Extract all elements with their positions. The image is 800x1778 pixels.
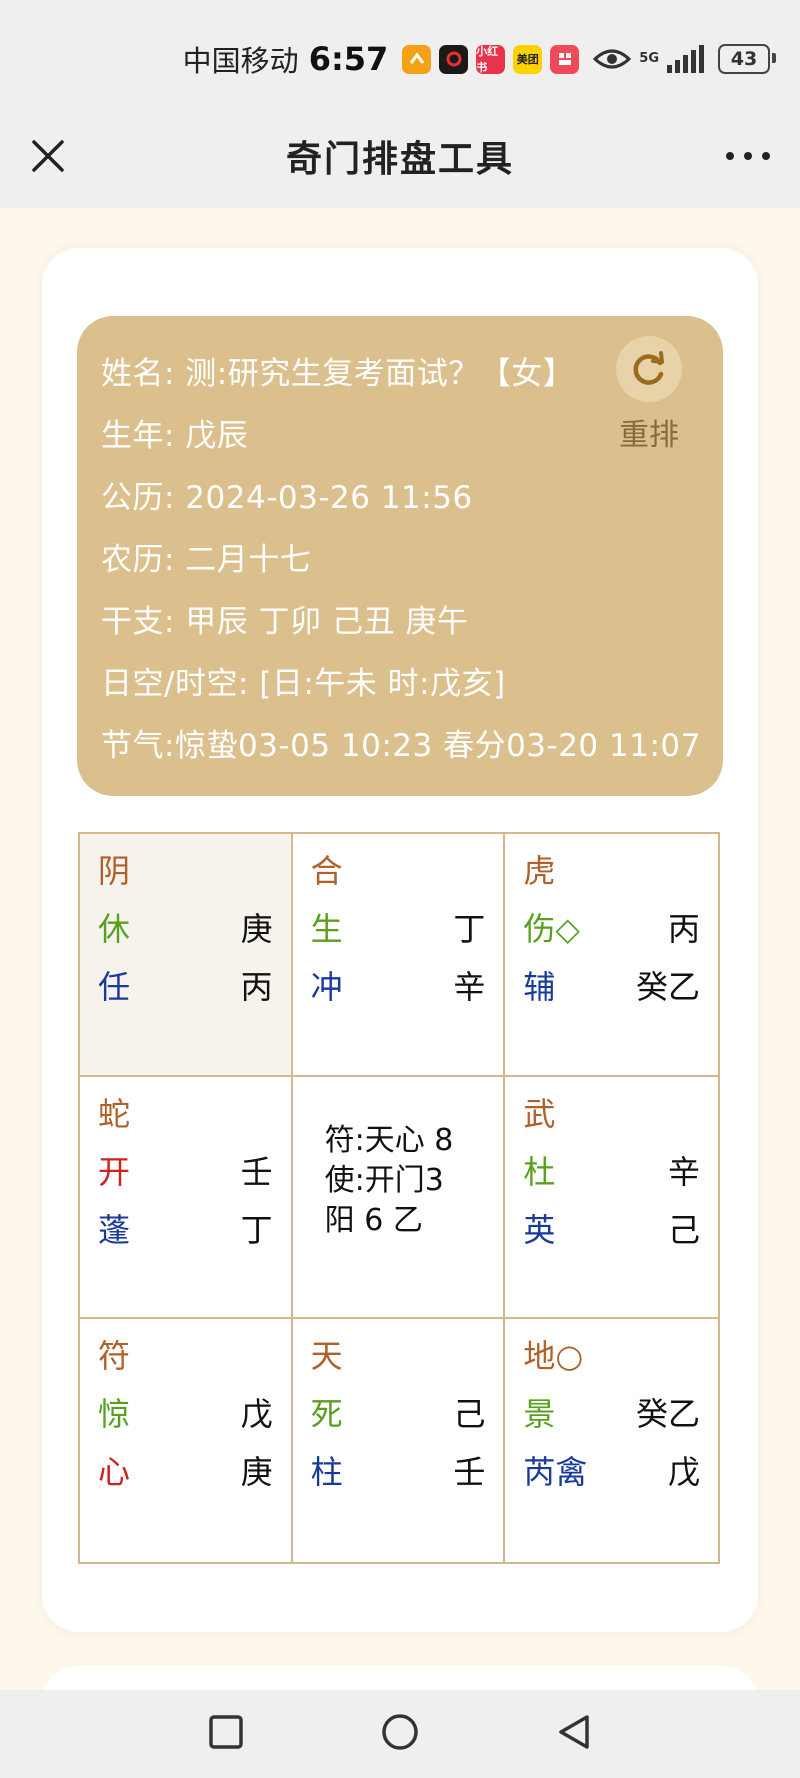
palace-door: 开 bbox=[98, 1152, 131, 1191]
palace-star: 任 bbox=[98, 968, 131, 1006]
palace-star: 柱 bbox=[310, 1453, 343, 1492]
palace-cell[interactable]: 地○ 景 癸乙 芮禽 戊 bbox=[505, 1319, 718, 1562]
carrier-name: 中国移动 bbox=[182, 44, 299, 78]
notification-app-icon-5 bbox=[550, 44, 580, 74]
palace-star: 芮禽 bbox=[523, 1453, 588, 1492]
notification-app-icon-2 bbox=[439, 44, 469, 74]
palace-god: 地○ bbox=[523, 1337, 584, 1376]
info-solar-date: 公历: 2024-03-26 11:56 bbox=[101, 480, 473, 516]
center-zhishi: 使:开门3 bbox=[324, 1162, 444, 1198]
palace-door-stem: 丁 bbox=[453, 910, 486, 948]
palace-door-stem: 己 bbox=[453, 1395, 486, 1434]
meituan-app-icon: 美团 bbox=[513, 44, 543, 74]
palace-star-stem: 庚 bbox=[240, 1453, 273, 1492]
square-icon bbox=[209, 1715, 244, 1749]
xiaohongshu-app-icon: 小红书 bbox=[476, 44, 506, 74]
close-button[interactable] bbox=[26, 134, 70, 178]
palace-door-stem: 癸乙 bbox=[635, 1395, 700, 1434]
rearrange-button[interactable]: 重排 bbox=[609, 336, 689, 454]
more-icon-dot bbox=[744, 152, 752, 160]
palace-cell[interactable]: 合 生 丁 冲 辛 bbox=[292, 834, 506, 1077]
palace-door-stem: 丙 bbox=[667, 910, 700, 948]
palace-cell[interactable]: 天 死 己 柱 壬 bbox=[292, 1319, 506, 1562]
battery-level: 43 bbox=[730, 48, 758, 70]
center-zhifu: 符:天心 8 bbox=[324, 1122, 454, 1158]
palace-door: 生 bbox=[310, 910, 343, 948]
info-birth-year: 生年: 戊辰 bbox=[101, 418, 249, 454]
palace-door: 伤◇ bbox=[523, 910, 580, 948]
nav-bar: 奇门排盘工具 bbox=[0, 104, 800, 208]
palace-god: 合 bbox=[310, 852, 343, 890]
palace-door-stem: 戊 bbox=[240, 1395, 273, 1434]
palace-star: 心 bbox=[98, 1453, 131, 1492]
info-kong: 日空/时空: [日:午未 时:戊亥] bbox=[101, 666, 506, 702]
palace-door: 惊 bbox=[98, 1395, 131, 1434]
page-title: 奇门排盘工具 bbox=[285, 139, 514, 180]
palace-god: 虎 bbox=[523, 852, 556, 890]
palace-star: 辅 bbox=[523, 968, 556, 1006]
palace-door: 死 bbox=[310, 1395, 343, 1434]
close-icon bbox=[32, 140, 64, 172]
refresh-icon bbox=[616, 336, 682, 402]
palace-star-stem: 壬 bbox=[453, 1453, 486, 1492]
palace-cell[interactable]: 虎 伤◇ 丙 辅 癸乙 bbox=[505, 834, 718, 1077]
qimen-grid: 阴 休 庚 任 丙 合 生 丁 冲 辛 虎 伤◇ 丙 辅 癸乙 蛇 开 壬 蓬 … bbox=[78, 832, 720, 1564]
info-name: 姓名: 测:研究生复考面试？【女】 bbox=[101, 356, 575, 392]
palace-star-stem: 戊 bbox=[667, 1453, 700, 1492]
palace-god: 武 bbox=[523, 1094, 556, 1133]
palace-star-stem: 丁 bbox=[240, 1210, 273, 1249]
status-bar: 中国移动 6:57 小红书 美团 5G 43 bbox=[0, 0, 800, 104]
info-ganzhi: 干支: 甲辰 丁卯 己丑 庚午 bbox=[101, 604, 469, 640]
notification-app-icon-1 bbox=[402, 44, 432, 74]
battery-icon: 43 bbox=[718, 44, 776, 74]
recent-apps-button[interactable] bbox=[207, 1713, 245, 1755]
palace-center[interactable]: 符:天心 8 使:开门3 阳 6 乙 bbox=[292, 1076, 506, 1320]
palace-cell[interactable]: 武 杜 辛 英 己 bbox=[505, 1076, 718, 1320]
signal-icon bbox=[667, 45, 704, 73]
eye-icon bbox=[593, 47, 632, 71]
circle-icon bbox=[382, 1714, 418, 1750]
palace-god: 蛇 bbox=[98, 1094, 131, 1133]
palace-cell[interactable]: 阴 休 庚 任 丙 bbox=[80, 834, 293, 1077]
info-lunar-date: 农历: 二月十七 bbox=[101, 542, 312, 578]
more-button[interactable] bbox=[726, 144, 770, 168]
palace-god: 天 bbox=[310, 1337, 343, 1376]
palace-door: 休 bbox=[98, 910, 131, 948]
info-panel: 姓名: 测:研究生复考面试？【女】 生年: 戊辰 公历: 2024-03-26 … bbox=[77, 316, 723, 796]
palace-star: 蓬 bbox=[98, 1210, 131, 1249]
palace-door: 景 bbox=[523, 1395, 556, 1434]
palace-cell[interactable]: 符 惊 戊 心 庚 bbox=[80, 1319, 293, 1562]
palace-cell[interactable]: 蛇 开 壬 蓬 丁 bbox=[80, 1076, 293, 1320]
palace-god: 阴 bbox=[98, 852, 131, 890]
status-bar-right: 中国移动 6:57 小红书 美团 5G 43 bbox=[182, 36, 776, 82]
home-button[interactable] bbox=[380, 1712, 420, 1756]
palace-star-stem: 辛 bbox=[453, 968, 486, 1006]
triangle-back-icon bbox=[558, 1715, 589, 1749]
palace-door-stem: 壬 bbox=[240, 1152, 273, 1191]
status-time: 6:57 bbox=[308, 40, 389, 78]
palace-door-stem: 庚 bbox=[240, 910, 273, 948]
palace-star: 冲 bbox=[310, 968, 343, 1006]
back-button[interactable] bbox=[555, 1713, 593, 1755]
palace-star-stem: 丙 bbox=[240, 968, 273, 1006]
palace-star-stem: 己 bbox=[667, 1210, 700, 1249]
info-jieqi: 节气:惊蛰03-05 10:23 春分03-20 11:07 bbox=[101, 728, 701, 764]
palace-door-stem: 辛 bbox=[667, 1152, 700, 1191]
more-icon-dot bbox=[726, 152, 734, 160]
center-ju: 阳 6 乙 bbox=[324, 1202, 423, 1238]
palace-god: 符 bbox=[98, 1337, 131, 1376]
palace-star: 英 bbox=[523, 1210, 556, 1249]
palace-star-stem: 癸乙 bbox=[635, 968, 700, 1006]
palace-door: 杜 bbox=[523, 1152, 556, 1191]
more-icon-dot bbox=[762, 152, 770, 160]
network-type: 5G bbox=[639, 51, 659, 66]
palace-center-text: 符:天心 8 使:开门3 阳 6 乙 bbox=[325, 1121, 454, 1241]
rearrange-label: 重排 bbox=[619, 418, 679, 453]
system-nav-bar bbox=[0, 1690, 800, 1778]
